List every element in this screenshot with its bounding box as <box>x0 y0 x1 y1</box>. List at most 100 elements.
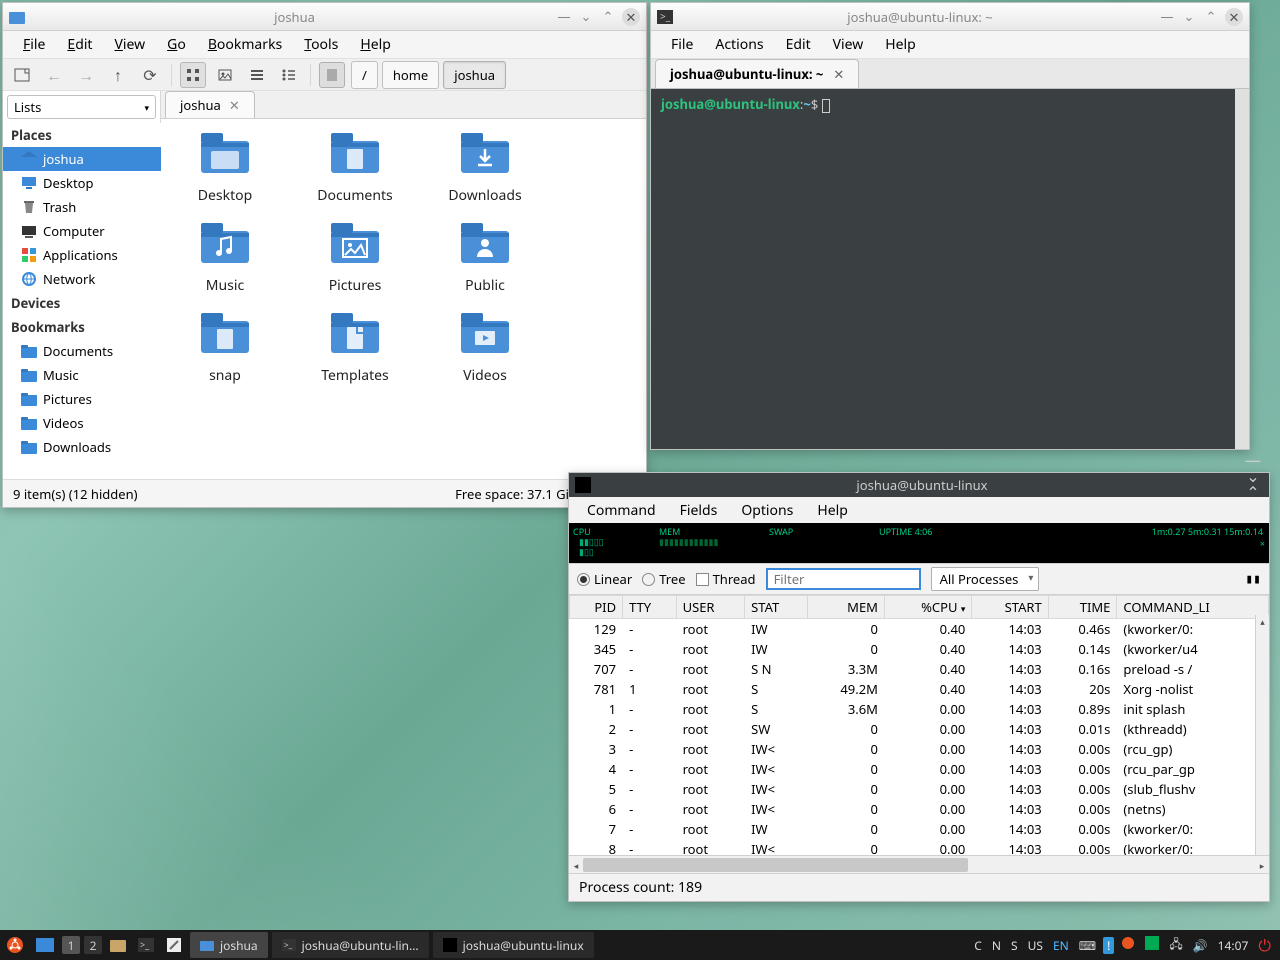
maximize-up-button[interactable]: ⌃ <box>1203 8 1219 24</box>
tray-qps-icon[interactable] <box>1142 936 1162 954</box>
sidebar-item-joshua[interactable]: joshua <box>3 147 161 171</box>
process-filter-combo[interactable]: All Processes <box>931 567 1040 591</box>
forward-button[interactable]: → <box>73 62 99 88</box>
col-tty[interactable]: TTY <box>623 596 676 619</box>
sidebar-item-desktop[interactable]: Desktop <box>3 171 161 195</box>
path-segment-home[interactable]: home <box>382 61 439 89</box>
sidebar-item-applications[interactable]: Applications <box>3 243 161 267</box>
task-0[interactable]: joshua <box>190 932 268 958</box>
up-button[interactable]: ↑ <box>105 62 131 88</box>
list-view-button[interactable] <box>276 62 302 88</box>
process-row[interactable]: 2-rootSW00.0014:030.01s(kthreadd) <box>570 719 1269 739</box>
fm-titlebar[interactable]: joshua — ⌄ ⌃ ✕ <box>3 3 646 31</box>
term-tab[interactable]: joshua@ubuntu-linux: ~✕ <box>655 59 859 88</box>
linear-radio[interactable]: Linear <box>577 570 632 588</box>
menu-file[interactable]: File <box>661 31 703 58</box>
maximize-down-button[interactable]: ⌄ <box>1181 8 1197 24</box>
language-indicator[interactable]: EN <box>1050 937 1072 954</box>
path-entry-toggle[interactable] <box>319 62 345 88</box>
updates-icon[interactable]: ! <box>1103 937 1114 954</box>
terminal-area[interactable]: joshua@ubuntu-linux:~$ <box>651 89 1249 449</box>
close-tab-icon[interactable]: ✕ <box>229 96 240 114</box>
start-menu-button[interactable] <box>0 930 30 960</box>
task-2[interactable]: joshua@ubuntu-linux <box>433 932 594 958</box>
close-button[interactable]: ✕ <box>1225 8 1243 26</box>
sidebar-item-pictures[interactable]: Pictures <box>3 387 161 411</box>
menu-help[interactable]: Help <box>875 31 926 58</box>
volume-icon[interactable]: 🔊 <box>1190 937 1211 954</box>
show-desktop-button[interactable] <box>30 930 60 960</box>
col-stat[interactable]: STAT <box>745 596 808 619</box>
col-cpu[interactable]: %CPU ▾ <box>884 596 971 619</box>
process-row[interactable]: 7811rootS49.2M0.4014:0320sXorg -nolist <box>570 679 1269 699</box>
sidebar-mode-combo[interactable]: Lists▾ <box>7 95 156 119</box>
launcher-editor[interactable] <box>160 930 188 960</box>
fm-tab[interactable]: joshua✕ <box>165 91 255 118</box>
col-pid[interactable]: PID <box>570 596 623 619</box>
menu-bookmarks[interactable]: Bookmarks <box>198 31 292 58</box>
folder-downloads[interactable]: Downloads <box>435 133 535 205</box>
sidebar-item-documents[interactable]: Documents <box>3 339 161 363</box>
menu-fields[interactable]: Fields <box>668 498 730 523</box>
col-mem[interactable]: MEM <box>807 596 884 619</box>
process-table[interactable]: PIDTTYUSERSTATMEM%CPU ▾STARTTIMECOMMAND_… <box>569 595 1269 855</box>
menu-actions[interactable]: Actions <box>705 31 773 58</box>
col-time[interactable]: TIME <box>1048 596 1117 619</box>
sidebar-item-network[interactable]: Network <box>3 267 161 291</box>
col-start[interactable]: START <box>972 596 1048 619</box>
sidebar-item-trash[interactable]: Trash <box>3 195 161 219</box>
fm-folder-grid[interactable]: DesktopDocumentsDownloadsMusicPicturesPu… <box>161 119 646 479</box>
folder-snap[interactable]: snap <box>175 313 275 385</box>
minimize-button[interactable]: — <box>1159 8 1175 24</box>
process-row[interactable]: 345-rootIW00.4014:030.14s(kworker/u4 <box>570 639 1269 659</box>
thumbnail-view-button[interactable] <box>212 62 238 88</box>
menu-help[interactable]: Help <box>805 498 860 523</box>
term-titlebar[interactable]: >_ joshua@ubuntu-linux: ~ — ⌄ ⌃ ✕ <box>651 3 1249 31</box>
col-user[interactable]: USER <box>676 596 745 619</box>
menu-options[interactable]: Options <box>729 498 805 523</box>
menu-edit[interactable]: Edit <box>57 31 102 58</box>
menu-help[interactable]: Help <box>350 31 401 58</box>
compact-view-button[interactable] <box>244 62 270 88</box>
process-row[interactable]: 707-rootS N3.3M0.4014:030.16spreload -s … <box>570 659 1269 679</box>
back-button[interactable]: ← <box>41 62 67 88</box>
minimize-button[interactable]: — <box>556 8 572 24</box>
close-button[interactable]: ✕ <box>622 8 640 26</box>
folder-desktop[interactable]: Desktop <box>175 133 275 205</box>
power-icon[interactable]: ⏻ <box>1255 934 1274 956</box>
scrollbar[interactable] <box>1235 89 1249 449</box>
path-segment-joshua[interactable]: joshua <box>443 61 506 89</box>
close-tab-icon[interactable]: ✕ <box>833 65 844 83</box>
icon-view-button[interactable] <box>180 62 206 88</box>
keyboard-icon[interactable]: ⌨ <box>1076 937 1099 954</box>
process-row[interactable]: 6-rootIW<00.0014:030.00s(netns) <box>570 799 1269 819</box>
process-row[interactable]: 3-rootIW<00.0014:030.00s(rcu_gp) <box>570 739 1269 759</box>
clock[interactable]: 14:07 <box>1215 937 1252 954</box>
launcher-files[interactable] <box>104 930 132 960</box>
qps-titlebar[interactable]: joshua@ubuntu-linux — ⌄ ⌃ ✕ <box>569 473 1269 497</box>
keyboard-layout[interactable]: US <box>1025 937 1046 954</box>
folder-templates[interactable]: Templates <box>305 313 405 385</box>
folder-music[interactable]: Music <box>175 223 275 295</box>
sidebar-item-videos[interactable]: Videos <box>3 411 161 435</box>
thread-checkbox[interactable]: Thread <box>696 570 756 588</box>
filter-input[interactable] <box>766 568 921 590</box>
sidebar-item-downloads[interactable]: Downloads <box>3 435 161 459</box>
indicator-n[interactable]: N <box>989 937 1004 954</box>
vscrollbar[interactable]: ▴ <box>1255 615 1269 855</box>
hscrollbar[interactable]: ◂ ▸ <box>569 855 1269 873</box>
folder-public[interactable]: Public <box>435 223 535 295</box>
process-row[interactable]: 4-rootIW<00.0014:030.00s(rcu_par_gp <box>570 759 1269 779</box>
menu-tools[interactable]: Tools <box>294 31 348 58</box>
process-row[interactable]: 5-rootIW<00.0014:030.00s(slub_flushv <box>570 779 1269 799</box>
pause-button[interactable]: ▮▮ <box>1245 572 1261 587</box>
menu-file[interactable]: File <box>13 31 55 58</box>
network-icon[interactable]: 🖧 <box>1166 935 1185 956</box>
workspace-1[interactable]: 1 <box>62 936 80 954</box>
sidebar-item-music[interactable]: Music <box>3 363 161 387</box>
menu-view[interactable]: View <box>104 31 155 58</box>
tree-radio[interactable]: Tree <box>642 570 685 588</box>
sidebar-item-computer[interactable]: Computer <box>3 219 161 243</box>
folder-videos[interactable]: Videos <box>435 313 535 385</box>
process-row[interactable]: 7-rootIW00.0014:030.00s(kworker/0: <box>570 819 1269 839</box>
